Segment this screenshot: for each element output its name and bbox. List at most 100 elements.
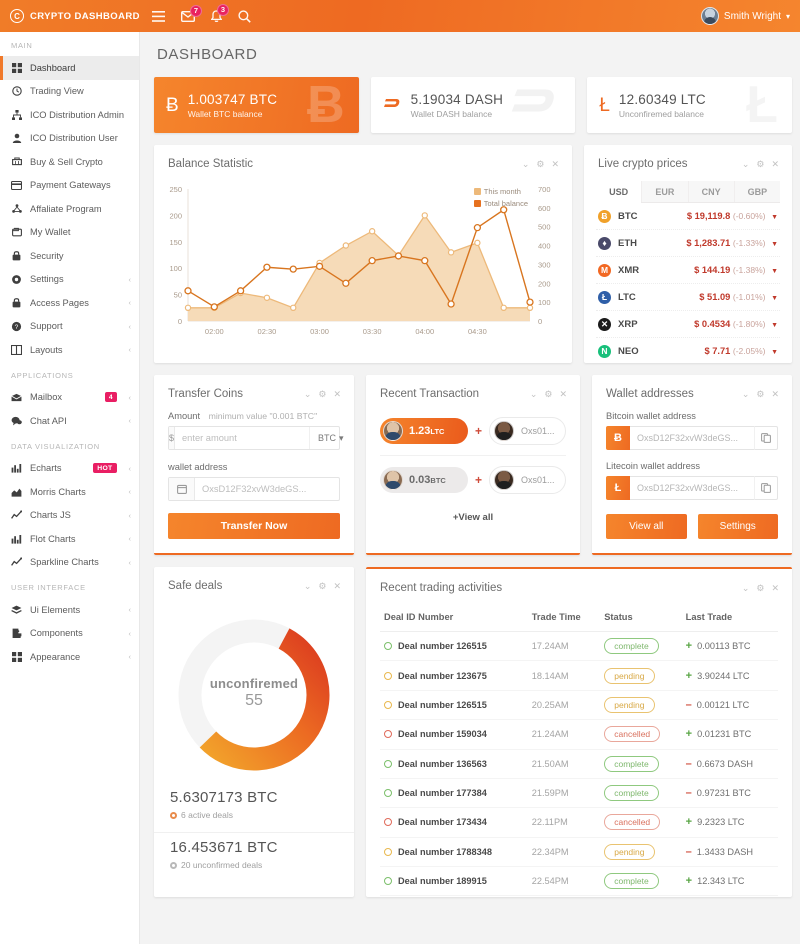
view-all-transactions-link[interactable]: +View all (366, 500, 580, 537)
transfer-now-button[interactable]: Transfer Now (168, 513, 340, 539)
collapse-icon[interactable]: ⌄ (742, 389, 750, 400)
sidebar-item-ico-distribution-user[interactable]: ICO Distribution User (0, 127, 139, 151)
sidebar-item-label: Sparkline Charts (30, 557, 99, 568)
price-row[interactable]: Ł LTC $ 51.09 (-1.01%) ▼ (596, 284, 780, 311)
brand[interactable]: C CRYPTO DASHBOARD (0, 9, 140, 23)
sidebar-item-buy-sell-crypto[interactable]: Buy & Sell Crypto (0, 150, 139, 174)
sidebar-item-support[interactable]: ? Support ‹ (0, 315, 139, 339)
price-row[interactable]: ✕ XRP $ 0.4534 (-1.80%) ▼ (596, 311, 780, 338)
envelope-icon[interactable]: 7 (181, 4, 202, 22)
user-menu[interactable]: Smith Wright ▾ (700, 7, 800, 25)
sidebar-item-ico-distribution-admin[interactable]: ICO Distribution Admin (0, 103, 139, 127)
collapse-icon[interactable]: ⌄ (530, 389, 538, 400)
sidebar-item-ui-elements[interactable]: Ui Elements ‹ (0, 598, 139, 622)
table-row[interactable]: Deal number 189915 22.54PM complete +12.… (380, 866, 778, 897)
sidebar-item-components[interactable]: Components ‹ (0, 622, 139, 646)
close-icon[interactable]: ✕ (559, 389, 567, 400)
table-row[interactable]: Deal number 1788348 22.34PM pending –1.3… (380, 837, 778, 868)
status-dot-icon (384, 671, 392, 680)
currency-tab-usd[interactable]: USD (596, 181, 643, 203)
table-row[interactable]: Deal number 177384 21.59PM complete –0.9… (380, 778, 778, 809)
sidebar-item-dashboard[interactable]: Dashboard (0, 56, 139, 80)
price-row[interactable]: M XMR $ 144.19 (-1.38%) ▼ (596, 257, 780, 284)
close-icon[interactable]: ✕ (333, 389, 341, 400)
amount-label: Amount (168, 411, 201, 421)
settings-button[interactable]: Settings (697, 514, 778, 539)
transaction-unit: LTC (430, 427, 445, 436)
transaction-sign-icon: + (475, 424, 483, 438)
table-row[interactable]: Deal number 123675 18.14AM pending +3.90… (380, 660, 778, 691)
sidebar-badge: HOT (93, 463, 117, 474)
sidebar-item-payment-gateways[interactable]: Payment Gateways (0, 174, 139, 198)
sidebar-item-security[interactable]: Security (0, 244, 139, 268)
view-all-button[interactable]: View all (606, 514, 687, 539)
close-icon[interactable]: ✕ (551, 159, 559, 170)
transaction-row[interactable]: 0.03BTC + Oxs01... (366, 460, 580, 500)
collapse-icon[interactable]: ⌄ (304, 581, 312, 592)
copy-icon[interactable] (754, 476, 778, 500)
table-row[interactable]: Deal number 159034 21.24AM cancelled +0.… (380, 719, 778, 750)
price-row[interactable]: ♦ ETH $ 1,283.71 (-1.33%) ▼ (596, 230, 780, 257)
close-icon[interactable]: ✕ (771, 583, 779, 594)
litecoin-wallet-value[interactable]: OxsD12F32xvW3deGS... (630, 476, 754, 500)
trend-up-icon: + (685, 669, 693, 682)
collapse-icon[interactable]: ⌄ (742, 583, 750, 594)
status-badge: cancelled (604, 814, 661, 831)
transaction-destination[interactable]: Oxs01... (489, 417, 566, 445)
trade-time: 21.50AM (527, 749, 601, 779)
sidebar-item-layouts[interactable]: Layouts ‹ (0, 338, 139, 362)
balance-card-dash[interactable]: 5.19034 DASH Wallet DASH balance (370, 77, 576, 133)
sidebar-item-chat-api[interactable]: Chat API ‹ (0, 409, 139, 433)
gear-icon[interactable]: ⚙ (756, 389, 764, 400)
amount-input[interactable] (175, 427, 310, 449)
wallet-address-input[interactable] (195, 478, 339, 500)
gear-icon[interactable]: ⚙ (318, 581, 326, 592)
price-row[interactable]: Ƀ BTC $ 19,119.8 (-0.60%) ▼ (596, 203, 780, 230)
gear-icon[interactable]: ⚙ (536, 159, 544, 170)
sidebar-item-trading-view[interactable]: Trading View (0, 80, 139, 104)
search-icon[interactable] (238, 9, 251, 23)
table-row[interactable]: Deal number 126515 20.25AM pending –0.00… (380, 690, 778, 721)
balance-card-btc[interactable]: Ƀ 1.003747 BTC Wallet BTC balance Ƀ (154, 77, 359, 133)
gear-icon[interactable]: ⚙ (756, 159, 764, 170)
table-row[interactable]: Deal number 173434 22.11PM cancelled +9.… (380, 807, 778, 838)
sidebar-item-sparkline-charts[interactable]: Sparkline Charts ‹ (0, 551, 139, 575)
sidebar-item-morris-charts[interactable]: Morris Charts ‹ (0, 480, 139, 504)
currency-tab-eur[interactable]: EUR (642, 181, 689, 202)
table-row[interactable]: Deal number 136563 21.50AM complete –0.6… (380, 749, 778, 779)
collapse-icon[interactable]: ⌄ (742, 159, 750, 170)
close-icon[interactable]: ✕ (771, 389, 779, 400)
price-row[interactable]: N NEO $ 7.71 (-2.05%) ▼ (596, 338, 780, 363)
sidebar-item-flot-charts[interactable]: Flot Charts ‹ (0, 527, 139, 551)
collapse-icon[interactable]: ⌄ (522, 159, 530, 170)
balance-card-ltc[interactable]: Ł 12.60349 LTC Unconfiremed balance Ł (587, 77, 793, 133)
sidebar-item-my-wallet[interactable]: My Wallet (0, 221, 139, 245)
gear-icon[interactable]: ⚙ (318, 389, 326, 400)
close-icon[interactable]: ✕ (771, 159, 779, 170)
transaction-row[interactable]: 1.23LTC + Oxs01... (366, 411, 580, 451)
currency-tab-gbp[interactable]: GBP (734, 181, 780, 202)
sidebar-item-access-pages[interactable]: Access Pages ‹ (0, 291, 139, 315)
copy-icon[interactable] (754, 426, 778, 450)
collapse-icon[interactable]: ⌄ (304, 389, 312, 400)
transaction-destination[interactable]: Oxs01... (489, 466, 566, 494)
table-row[interactable]: Deal number 126515 17.24AM complete +0.0… (380, 631, 778, 662)
gear-icon[interactable]: ⚙ (544, 389, 552, 400)
legend-label: This month (483, 187, 521, 196)
close-icon[interactable]: ✕ (333, 581, 341, 592)
sidebar-item-mailbox[interactable]: Mailbox 4 ‹ (0, 386, 139, 410)
sidebar-item-appearance[interactable]: Appearance ‹ (0, 645, 139, 669)
gear-icon[interactable]: ⚙ (756, 583, 764, 594)
bell-icon[interactable]: 3 (211, 3, 229, 23)
balance-amount: 5.19034 DASH (410, 91, 504, 107)
gear-icon (11, 274, 22, 285)
sidebar-item-echarts[interactable]: Echarts HOT ‹ (0, 457, 139, 481)
bitcoin-wallet-value[interactable]: OxsD12F32xvW3deGS... (630, 426, 754, 450)
table-row[interactable]: Deal number 179993 23.05PM complete +0.2… (380, 895, 778, 897)
sidebar-item-settings[interactable]: Settings ‹ (0, 268, 139, 292)
currency-tab-cny[interactable]: CNY (688, 181, 735, 202)
sidebar-item-charts-js[interactable]: Charts JS ‹ (0, 504, 139, 528)
hamburger-icon[interactable] (152, 10, 165, 22)
sidebar-item-affaliate-program[interactable]: Affaliate Program (0, 197, 139, 221)
unit-select[interactable]: BTC ▾ (309, 427, 352, 449)
